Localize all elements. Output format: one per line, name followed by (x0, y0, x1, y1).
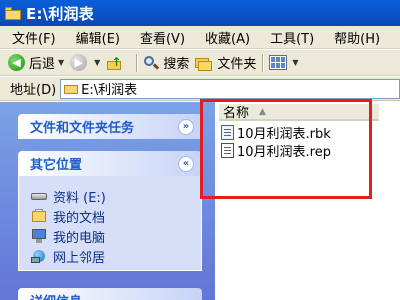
views-icon (269, 55, 288, 70)
back-button[interactable]: ◀ 后退 ▼ (8, 53, 64, 72)
back-label: 后退 (29, 57, 56, 72)
tasks-panel-title: 文件和文件夹任务 (30, 121, 135, 136)
folder-icon (5, 6, 21, 20)
address-label: 地址(D) (10, 83, 57, 98)
menu-edit[interactable]: 编辑(E) (76, 28, 120, 47)
folders-icon (195, 55, 213, 71)
place-label: 资料 (E:) (53, 190, 106, 206)
toolbar-separator (136, 53, 138, 72)
search-button[interactable]: 搜索 (143, 53, 189, 72)
back-arrow-icon: ◀ (8, 54, 25, 71)
documents-folder-icon (31, 208, 47, 224)
computer-icon (31, 228, 47, 244)
search-label: 搜索 (163, 57, 190, 72)
chevron-down-icon[interactable]: ▼ (94, 58, 100, 67)
toolbar-separator (262, 53, 264, 72)
folder-up-icon: ↑ (106, 55, 122, 71)
chevron-down-icon[interactable]: ▼ (292, 58, 298, 67)
task-pane: 文件和文件夹任务 » 其它位置 « 资料 (E:) 我的文档 我的电脑 网上邻居 (0, 102, 215, 300)
highlight-box (200, 99, 372, 199)
place-network[interactable]: 网上邻居 (31, 246, 201, 266)
forward-button[interactable]: ▶ ▼ (70, 54, 100, 71)
window-title: E:\利润表 (26, 4, 94, 23)
menu-file[interactable]: 文件(F) (12, 28, 56, 47)
chevron-down-icon[interactable]: ▼ (58, 58, 64, 67)
tasks-panel: 文件和文件夹任务 » (18, 114, 202, 139)
other-places-panel: 其它位置 « 资料 (E:) 我的文档 我的电脑 网上邻居 (18, 151, 202, 271)
details-panel-title: 详细信息 (30, 291, 82, 300)
details-panel: 详细信息 (18, 288, 202, 300)
menu-favorites[interactable]: 收藏(A) (205, 28, 250, 47)
other-places-list: 资料 (E:) 我的文档 我的电脑 网上邻居 (18, 176, 202, 271)
views-button[interactable]: ▼ (269, 55, 299, 70)
collapse-chevron-icon[interactable]: « (178, 155, 194, 172)
up-folder-button[interactable]: ↑ (106, 55, 130, 71)
folders-button[interactable]: 文件夹 (195, 53, 256, 72)
other-places-title: 其它位置 (30, 158, 83, 173)
menu-view[interactable]: 查看(V) (140, 28, 185, 47)
toolbar: ◀ 后退 ▼ ▶ ▼ ↑ 搜索 文件夹 ▼ (0, 50, 400, 76)
menu-help[interactable]: 帮助(H) (334, 28, 380, 47)
menu-tools[interactable]: 工具(T) (270, 28, 314, 47)
details-panel-header[interactable]: 详细信息 (18, 288, 202, 300)
tasks-panel-header[interactable]: 文件和文件夹任务 » (18, 114, 202, 139)
folder-icon (64, 83, 79, 94)
address-bar: 地址(D) E:\利润表 (0, 77, 400, 101)
address-input[interactable]: E:\利润表 (60, 78, 400, 99)
drive-icon (31, 188, 47, 204)
network-icon (31, 248, 47, 264)
address-value: E:\利润表 (81, 83, 138, 98)
folders-label: 文件夹 (217, 57, 257, 72)
forward-arrow-icon: ▶ (70, 54, 88, 71)
other-places-header[interactable]: 其它位置 « (18, 151, 202, 176)
place-drive-e[interactable]: 资料 (E:) (31, 186, 201, 206)
expand-chevron-icon[interactable]: » (178, 118, 194, 135)
place-label: 我的文档 (53, 210, 106, 226)
search-icon (143, 55, 160, 71)
place-my-computer[interactable]: 我的电脑 (31, 226, 201, 246)
place-label: 网上邻居 (53, 250, 106, 266)
title-bar[interactable]: E:\利润表 (0, 0, 400, 26)
menu-bar: 文件(F) 编辑(E) 查看(V) 收藏(A) 工具(T) 帮助(H) (0, 26, 400, 49)
place-label: 我的电脑 (53, 230, 106, 246)
place-my-documents[interactable]: 我的文档 (31, 206, 201, 226)
